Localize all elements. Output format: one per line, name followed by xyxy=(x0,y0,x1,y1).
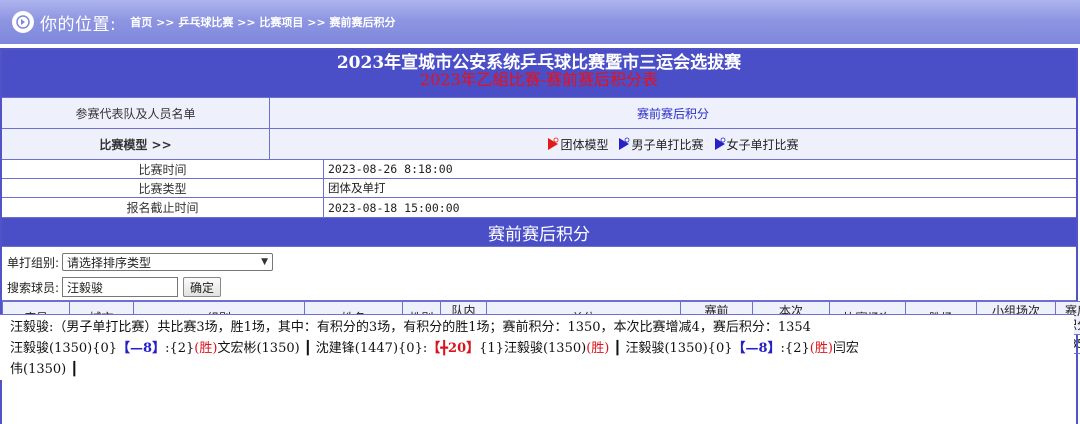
model-row: 比赛模型 >> 团体模型 男子单打比赛 女子单打比赛 xyxy=(2,129,1076,160)
match-info: 比赛时间 2023-08-26 8:18:00 比赛类型 团体及单打 报名截止时… xyxy=(2,160,1076,218)
model-links: 团体模型 男子单打比赛 女子单打比赛 xyxy=(270,129,1076,159)
match-3-player: 汪毅骏(1350){0} xyxy=(625,341,733,356)
match-1-score: :{2} xyxy=(165,341,195,356)
separator: ┃ xyxy=(613,341,622,356)
info-value: 2023-08-18 15:00:00 xyxy=(328,200,460,215)
mens-singles-link[interactable]: 男子单打比赛 xyxy=(618,136,704,153)
title-block: 2023年宣城市公安系统乒乓球比赛暨市三运会选拔赛 2023年乙組比赛-赛前赛后… xyxy=(2,50,1076,98)
match-3-opponent: 闫宏 xyxy=(832,341,859,356)
group-select[interactable]: 请选择排序类型 ▼ xyxy=(62,253,274,271)
group-select-value: 请选择排序类型 xyxy=(67,255,152,270)
match-1-opponent: 文宏彬(1350) xyxy=(217,341,300,356)
breadcrumb[interactable]: 首页 >> 乒乓球比赛 >> 比赛项目 >> 赛前赛后积分 xyxy=(130,14,395,30)
match-2-change: 【╋20】 xyxy=(427,341,480,356)
nav-row: 参赛代表队及人员名单 赛前赛后积分 xyxy=(2,98,1076,129)
match-3-opponent-cont: 伟(1350) xyxy=(10,362,67,377)
team-model-link[interactable]: 团体模型 xyxy=(547,136,608,153)
group-label: 单打组别: xyxy=(7,255,60,270)
filter-panel: 单打组别: 请选择排序类型 ▼ 搜索球员: 汪毅骏 确定 xyxy=(2,247,1076,301)
info-key: 比赛类型 xyxy=(2,179,324,197)
info-key: 报名截止时间 xyxy=(2,198,324,217)
blue-flag-icon xyxy=(714,137,725,150)
blue-flag-icon xyxy=(619,137,630,150)
location-arrow-icon xyxy=(12,11,34,33)
detail-continued: 伟(1350) ┃ xyxy=(10,359,1068,380)
red-flag-icon xyxy=(548,137,559,150)
info-row: 比赛类型 团体及单打 xyxy=(2,179,1076,198)
separator: ┃ xyxy=(303,341,312,356)
match-1-player: 汪毅骏(1350){0} xyxy=(10,341,118,356)
mens-singles-label: 男子单打比赛 xyxy=(631,137,704,152)
detail-summary: 汪毅骏:（男子单打比赛）共比赛3场，胜1场，其中：有积分的3场，有积分的胜1场；… xyxy=(10,320,811,335)
match-2-win: (胜) xyxy=(586,341,610,356)
match-3-score: :{2} xyxy=(780,341,810,356)
roster-link[interactable]: 参赛代表队及人员名单 xyxy=(2,98,270,128)
match-3-win: (胜) xyxy=(809,341,833,356)
info-key: 比赛时间 xyxy=(2,160,324,178)
match-2-opponent: 沈建锋(1447){0}: xyxy=(315,341,428,356)
page-subtitle: 2023年乙組比赛-赛前赛后积分表 xyxy=(419,70,659,89)
section-title: 赛前赛后积分 xyxy=(2,218,1076,247)
model-label: 比赛模型 >> xyxy=(2,129,270,159)
womens-singles-link[interactable]: 女子单打比赛 xyxy=(714,136,799,153)
search-label: 搜索球员: xyxy=(7,280,60,295)
womens-singles-label: 女子单打比赛 xyxy=(726,137,799,152)
location-label: 你的位置: xyxy=(40,14,117,35)
match-detail: 汪毅骏:（男子单打比赛）共比赛3场，胜1场，其中：有积分的3场，有积分的胜1场；… xyxy=(0,314,1074,380)
current-page-link[interactable]: 赛前赛后积分 xyxy=(270,98,1076,128)
match-1-win: (胜) xyxy=(194,341,218,356)
team-model-label: 团体模型 xyxy=(560,137,609,152)
info-value: 团体及单打 xyxy=(328,181,386,195)
info-row: 报名截止时间 2023-08-18 15:00:00 xyxy=(2,198,1076,217)
chevron-down-icon: ▼ xyxy=(261,257,269,267)
search-input[interactable]: 汪毅骏 xyxy=(62,277,179,297)
info-row: 比赛时间 2023-08-26 8:18:00 xyxy=(2,160,1076,179)
separator: ┃ xyxy=(70,362,79,377)
match-3-change: 【—8】 xyxy=(732,341,781,356)
breadcrumb-bar: 你的位置: 首页 >> 乒乓球比赛 >> 比赛项目 >> 赛前赛后积分 xyxy=(0,0,1080,44)
info-value: 2023-08-26 8:18:00 xyxy=(328,162,453,176)
search-button[interactable]: 确定 xyxy=(183,277,222,297)
match-1-change: 【—8】 xyxy=(117,341,166,356)
detail-matches: 汪毅骏(1350){0}【—8】:{2}(胜)文宏彬(1350) ┃ 沈建锋(1… xyxy=(10,338,1068,359)
match-2-player: {1}汪毅骏(1350) xyxy=(479,341,587,356)
